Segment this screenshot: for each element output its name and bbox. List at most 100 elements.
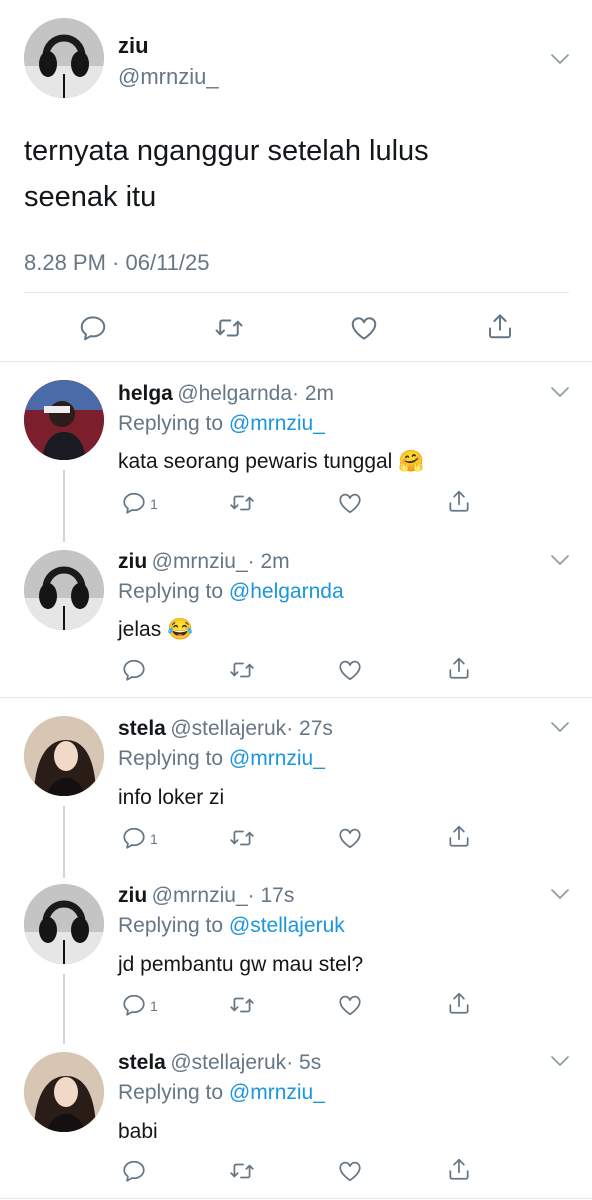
reply-text-body: babi	[118, 1120, 158, 1143]
heart-icon[interactable]	[337, 1158, 363, 1184]
reply-icon[interactable]	[121, 1158, 147, 1184]
author-handle[interactable]: @mrnziu_	[152, 550, 248, 573]
replying-to-label: Replying to	[118, 747, 224, 770]
reply-icon[interactable]	[78, 313, 108, 343]
reply-text-body: jelas	[118, 618, 162, 641]
tweet-text-line: ternyata nganggur setelah lulus	[24, 135, 429, 167]
thread-line	[63, 470, 65, 542]
reply-header: ziu @mrnziu_· 2m	[118, 550, 290, 574]
author-handle[interactable]: @mrnziu_	[152, 884, 248, 907]
reply-header: helga @helgarnda· 2m	[118, 382, 334, 406]
tweet-text-line: seenak itu	[24, 181, 157, 213]
share-icon[interactable]	[446, 655, 472, 681]
reply-text: info loker zi	[118, 786, 224, 810]
replying-to-link[interactable]: @mrnziu_	[229, 1081, 325, 1104]
replying-to-link[interactable]: @mrnziu_	[229, 412, 325, 435]
reply-time: · 2m	[247, 550, 290, 573]
reply-header: stela @stellajeruk· 27s	[118, 717, 333, 741]
avatar-image	[24, 380, 104, 460]
author-handle[interactable]: @stellajeruk	[170, 1051, 286, 1074]
reply-text: babi	[118, 1120, 158, 1144]
replying-to-link[interactable]: @helgarnda	[229, 580, 344, 603]
emoji: 😂	[167, 618, 194, 641]
reply-text-body: jd pembantu gw mau stel?	[118, 953, 364, 976]
reply-text: jd pembantu gw mau stel?	[118, 953, 363, 977]
avatar-image	[24, 884, 104, 964]
replying-to: Replying to @mrnziu_	[118, 747, 325, 771]
reply-time: · 17s	[247, 884, 295, 907]
chevron-down-icon[interactable]	[551, 1056, 569, 1066]
avatar[interactable]	[24, 1052, 104, 1132]
reply-text-body: info loker zi	[118, 786, 225, 809]
reply-icon[interactable]	[121, 490, 147, 516]
retweet-icon[interactable]	[229, 992, 255, 1018]
reply-header: stela @stellajeruk· 5s	[118, 1051, 321, 1075]
reply-time: · 27s	[286, 717, 333, 740]
reply-time: · 2m	[292, 382, 335, 405]
reply-icon[interactable]	[121, 825, 147, 851]
share-icon[interactable]	[446, 488, 472, 514]
reply-text: kata seorang pewaris tunggal 🤗	[118, 450, 424, 474]
author-name[interactable]: ziu	[118, 33, 149, 59]
retweet-icon[interactable]	[229, 490, 255, 516]
replying-to-label: Replying to	[118, 580, 224, 603]
avatar[interactable]	[24, 716, 104, 796]
author-handle[interactable]: @mrnziu_	[118, 64, 219, 90]
share-icon[interactable]	[446, 823, 472, 849]
divider	[0, 361, 592, 362]
author-name[interactable]: ziu	[118, 550, 147, 573]
chevron-down-icon[interactable]	[551, 54, 569, 64]
author-name[interactable]: stela	[118, 1051, 166, 1074]
replying-to: Replying to @mrnziu_	[118, 1081, 325, 1105]
avatar[interactable]	[24, 18, 104, 98]
heart-icon[interactable]	[337, 657, 363, 683]
chevron-down-icon[interactable]	[551, 889, 569, 899]
chevron-down-icon[interactable]	[551, 722, 569, 732]
divider	[0, 697, 592, 698]
emoji: 🤗	[398, 450, 425, 473]
author-name[interactable]: ziu	[118, 884, 147, 907]
reply-count: 1	[150, 831, 158, 847]
author-name[interactable]: stela	[118, 717, 166, 740]
author-name[interactable]: helga	[118, 382, 173, 405]
heart-icon[interactable]	[337, 825, 363, 851]
retweet-icon[interactable]	[214, 313, 244, 343]
reply-icon[interactable]	[121, 657, 147, 683]
heart-icon[interactable]	[337, 490, 363, 516]
share-icon[interactable]	[446, 1156, 472, 1182]
avatar[interactable]	[24, 884, 104, 964]
author-handle[interactable]: @helgarnda	[177, 382, 292, 405]
avatar-image	[24, 550, 104, 630]
reply-count: 1	[150, 998, 158, 1014]
avatar[interactable]	[24, 380, 104, 460]
replying-to: Replying to @helgarnda	[118, 580, 344, 604]
replying-to: Replying to @stellajeruk	[118, 914, 345, 938]
retweet-icon[interactable]	[229, 825, 255, 851]
reply-text: jelas 😂	[118, 618, 193, 642]
chevron-down-icon[interactable]	[551, 387, 569, 397]
heart-icon[interactable]	[337, 992, 363, 1018]
divider	[0, 1198, 592, 1199]
thread-line	[63, 806, 65, 878]
replying-to-label: Replying to	[118, 412, 224, 435]
replying-to-label: Replying to	[118, 914, 224, 937]
avatar-image	[24, 18, 104, 98]
replying-to-link[interactable]: @stellajeruk	[229, 914, 345, 937]
share-icon[interactable]	[446, 990, 472, 1016]
reply-time: · 5s	[286, 1051, 322, 1074]
reply-count: 1	[150, 496, 158, 512]
chevron-down-icon[interactable]	[551, 555, 569, 565]
retweet-icon[interactable]	[229, 657, 255, 683]
reply-icon[interactable]	[121, 992, 147, 1018]
reply-text-body: kata seorang pewaris tunggal	[118, 450, 393, 473]
replying-to-label: Replying to	[118, 1081, 224, 1104]
retweet-icon[interactable]	[229, 1158, 255, 1184]
replying-to-link[interactable]: @mrnziu_	[229, 747, 325, 770]
author-handle[interactable]: @stellajeruk	[170, 717, 286, 740]
heart-icon[interactable]	[349, 313, 379, 343]
avatar-image	[24, 716, 104, 796]
share-icon[interactable]	[485, 311, 515, 341]
tweet-timestamp[interactable]: 8.28 PM · 06/11/25	[24, 250, 210, 276]
avatar[interactable]	[24, 550, 104, 630]
thread-line	[63, 974, 65, 1044]
